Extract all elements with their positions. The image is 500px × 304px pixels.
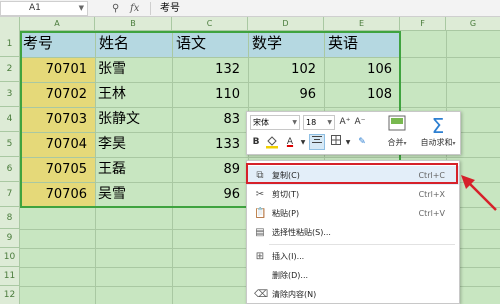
chevron-down-icon[interactable]: ▼ (299, 135, 307, 150)
paste-special-icon: ▤ (255, 227, 265, 238)
row-header-12[interactable]: 12 (0, 286, 20, 304)
column-header-a[interactable]: A (20, 17, 95, 31)
menu-shortcut: Ctrl+V (418, 209, 445, 218)
insert-icon: ⊞ (255, 251, 265, 262)
row-header-7[interactable]: 7 (0, 182, 20, 207)
column-header-b[interactable]: B (95, 17, 172, 31)
row-header-6[interactable]: 6 (0, 157, 20, 182)
menu-item-label: 插入(I)... (272, 252, 305, 261)
menu-item-label: 粘贴(P) (272, 209, 300, 218)
formula-content[interactable]: 考号 (160, 1, 180, 16)
chevron-down-icon: ▼ (327, 119, 332, 126)
row-header-5[interactable]: 5 (0, 132, 20, 157)
align-center-icon[interactable] (309, 134, 325, 150)
clear-icon: ⌫ (254, 289, 269, 300)
borders-icon[interactable] (329, 135, 343, 150)
menu-item-clear[interactable]: ⌫ 清除内容(N) (247, 285, 459, 304)
row-header-4[interactable]: 4 (0, 107, 20, 132)
menu-item-paste-special[interactable]: ▤ 选择性粘贴(S)... (247, 223, 459, 242)
menu-item-label: 剪切(T) (272, 190, 300, 199)
menu-item-delete[interactable]: 删除(D)... (247, 266, 459, 285)
decrease-font-button[interactable]: A⁻ (353, 115, 367, 130)
row-header-2[interactable]: 2 (0, 57, 20, 82)
row-header-10[interactable]: 10 (0, 248, 20, 267)
font-size-value: 18 (306, 118, 317, 127)
menu-item-label: 删除(D)... (272, 271, 309, 280)
font-value: 宋体 (253, 118, 269, 127)
menu-item-paste[interactable]: 📋 粘贴(P) Ctrl+V (247, 204, 459, 223)
fill-color-icon[interactable] (264, 135, 280, 150)
autosum-label: 自动求和 (420, 138, 453, 147)
merge-label: 合并 (387, 138, 404, 147)
column-header-f[interactable]: F (400, 17, 446, 31)
column-header: A B C D E F G (0, 17, 500, 31)
divider (150, 2, 151, 15)
cell-reference: A1 (29, 3, 41, 13)
row-header-11[interactable]: 11 (0, 267, 20, 286)
mini-toolbar: 宋体 ▼ 18 ▼ A⁺ A⁻ B A ▼ ▼ ✎ 合并▾ Σ 自动求和▾ (246, 111, 461, 155)
menu-item-cut[interactable]: ✂ 剪切(T) Ctrl+X (247, 185, 459, 204)
fx-icon[interactable]: fx (130, 1, 139, 16)
bold-button[interactable]: B (250, 135, 262, 150)
autosum-button[interactable]: Σ 自动求和▾ (417, 115, 459, 153)
font-select[interactable]: 宋体 ▼ (250, 115, 300, 130)
increase-font-button[interactable]: A⁺ (338, 115, 352, 130)
zoom-icon[interactable]: ⚲ (112, 1, 119, 16)
sigma-icon: Σ (431, 114, 445, 138)
column-header-g[interactable]: G (446, 17, 500, 31)
merge-button[interactable]: 合并▾ (382, 115, 412, 153)
row-header-9[interactable]: 9 (0, 229, 20, 248)
row-header-3[interactable]: 3 (0, 82, 20, 107)
copy-highlight-box (246, 163, 458, 184)
font-size-select[interactable]: 18 ▼ (303, 115, 335, 130)
chevron-down-icon: ▼ (292, 119, 297, 126)
menu-item-label: 清除内容(N) (272, 290, 317, 299)
column-header-d[interactable]: D (248, 17, 324, 31)
row-header-1[interactable]: 1 (0, 31, 20, 57)
font-color-icon[interactable]: A (283, 135, 297, 150)
format-painter-icon[interactable]: ✎ (355, 135, 369, 150)
row-header-8[interactable]: 8 (0, 207, 20, 229)
chevron-down-icon[interactable]: ▼ (344, 135, 352, 150)
column-header-c[interactable]: C (172, 17, 248, 31)
column-header-e[interactable]: E (324, 17, 400, 31)
menu-item-insert[interactable]: ⊞ 插入(I)... (247, 247, 459, 266)
chevron-down-icon[interactable]: ▼ (79, 2, 84, 15)
formula-bar: A1 ▼ ⚲ fx 考号 (0, 0, 500, 17)
scissors-icon: ✂ (255, 189, 265, 200)
menu-divider (269, 244, 455, 245)
paste-icon: 📋 (254, 208, 267, 219)
menu-shortcut: Ctrl+X (418, 190, 445, 199)
select-all-corner[interactable] (0, 17, 20, 31)
menu-item-label: 选择性粘贴(S)... (272, 228, 331, 237)
name-box[interactable]: A1 ▼ (0, 1, 88, 16)
merge-icon (382, 115, 412, 137)
